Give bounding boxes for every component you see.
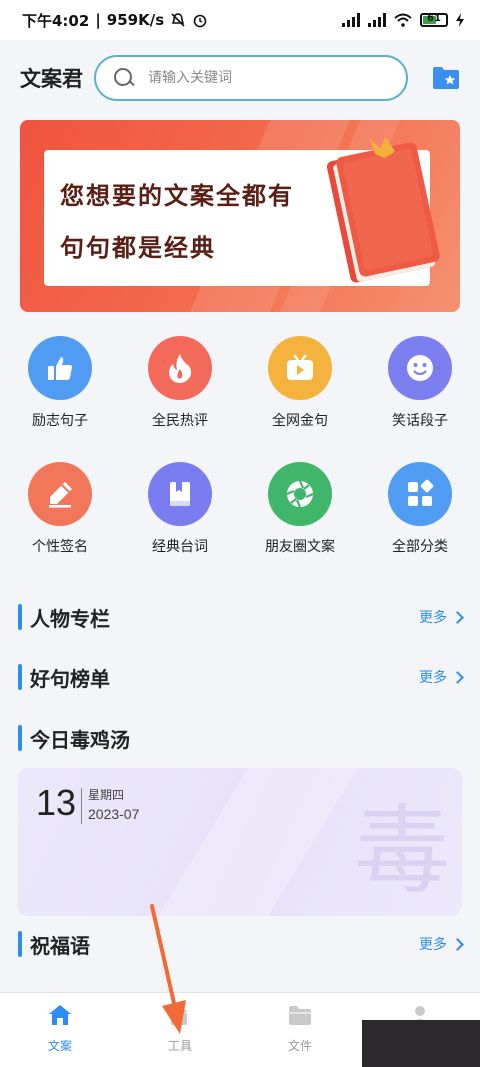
category-icon-bg bbox=[28, 462, 92, 526]
category-icon-bg bbox=[268, 462, 332, 526]
section-title: 今日毒鸡汤 bbox=[30, 727, 130, 752]
flame-icon bbox=[169, 354, 192, 383]
watermark-character: 毒 bbox=[354, 795, 450, 907]
section-daily: 今日毒鸡汤 bbox=[18, 723, 462, 753]
category-icon-bg bbox=[388, 336, 452, 400]
category-label: 全部分类 bbox=[392, 539, 448, 555]
search-box[interactable] bbox=[94, 55, 408, 101]
home-icon bbox=[49, 1005, 71, 1025]
more-link-blessing[interactable]: 更多 bbox=[419, 934, 464, 954]
nav-label: 文件 bbox=[287, 1039, 312, 1053]
category-row: 励志句子 全民热评 全网金句 笑话段子 bbox=[0, 336, 480, 462]
category-label: 全民热评 bbox=[152, 413, 208, 429]
section-accent-bar bbox=[18, 725, 22, 751]
cell-signal-2-icon bbox=[368, 13, 386, 27]
grid-icon bbox=[408, 479, 434, 506]
category-label: 经典台词 bbox=[152, 539, 208, 555]
nav-tab-tools[interactable]: 工具 bbox=[120, 993, 240, 1067]
section-title: 祝福语 bbox=[30, 933, 90, 958]
more-label: 更多 bbox=[419, 610, 447, 626]
category-encouraging-quotes[interactable]: 励志句子 bbox=[0, 336, 120, 462]
category-label: 励志句子 bbox=[32, 413, 88, 429]
chevron-right-icon bbox=[451, 937, 464, 951]
category-label: 全网金句 bbox=[272, 413, 328, 429]
book-icon bbox=[170, 482, 190, 506]
category-signatures[interactable]: 个性签名 bbox=[0, 462, 120, 588]
category-trending-comments[interactable]: 全民热评 bbox=[120, 336, 240, 462]
folder-icon bbox=[289, 1006, 311, 1025]
daily-quote-card[interactable]: 13 星期四 2023-07 毒 bbox=[18, 768, 462, 916]
chevron-right-icon bbox=[451, 610, 464, 624]
banner-subheadline: 句句都是经典 bbox=[60, 233, 216, 262]
battery-level: 61 bbox=[427, 13, 441, 24]
category-golden-lines[interactable]: 全网金句 bbox=[240, 336, 360, 462]
section-accent-bar bbox=[18, 604, 22, 630]
category-icon-bg bbox=[268, 336, 332, 400]
shutter-icon bbox=[286, 480, 314, 508]
smile-icon bbox=[407, 355, 433, 381]
category-icon-bg bbox=[148, 462, 212, 526]
cell-signal-icon bbox=[342, 13, 360, 27]
more-link-ranking[interactable]: 更多 bbox=[419, 667, 464, 687]
category-icon-bg bbox=[28, 336, 92, 400]
category-label: 个性签名 bbox=[32, 539, 88, 555]
section-title: 人物专栏 bbox=[30, 606, 110, 631]
category-classic-lines[interactable]: 经典台词 bbox=[120, 462, 240, 588]
date-divider bbox=[81, 788, 82, 824]
tool-icon bbox=[171, 1005, 187, 1025]
category-row: 个性签名 经典台词 朋友圈文案 全部分类 bbox=[0, 462, 480, 588]
favorites-folder-icon[interactable] bbox=[432, 65, 460, 91]
category-all[interactable]: 全部分类 bbox=[360, 462, 480, 588]
status-bar: 下午4:02 | 959K/s 61 bbox=[0, 0, 480, 40]
corner-overlay bbox=[362, 1020, 480, 1067]
header: 文案君 bbox=[20, 54, 460, 102]
section-title: 好句榜单 bbox=[30, 666, 110, 691]
section-accent-bar bbox=[18, 664, 22, 690]
pencil-icon bbox=[49, 482, 72, 508]
section-accent-bar bbox=[18, 931, 22, 957]
category-grid: 励志句子 全民热评 全网金句 笑话段子 个性签名 经典台词 朋友圈文案 全部分类 bbox=[0, 336, 480, 588]
status-network-speed: 959K/s bbox=[106, 11, 165, 29]
daily-day: 13 bbox=[36, 782, 77, 823]
nav-label: 文案 bbox=[47, 1039, 72, 1053]
category-label: 朋友圈文案 bbox=[265, 539, 335, 555]
status-time: 下午4:02 bbox=[22, 11, 90, 30]
more-label: 更多 bbox=[419, 670, 447, 686]
category-icon-bg bbox=[388, 462, 452, 526]
category-moments-copy[interactable]: 朋友圈文案 bbox=[240, 462, 360, 588]
search-icon bbox=[114, 68, 134, 88]
alarm-icon bbox=[193, 14, 207, 28]
section-people: 人物专栏 更多 bbox=[18, 602, 464, 632]
book-illustration-icon bbox=[326, 137, 440, 283]
daily-weekday: 星期四 bbox=[88, 788, 125, 802]
banner-headline: 您想要的文案全都有 bbox=[60, 181, 294, 210]
nav-tab-copy[interactable]: 文案 bbox=[0, 993, 120, 1067]
section-ranking: 好句榜单 更多 bbox=[18, 662, 464, 692]
search-input[interactable] bbox=[148, 70, 378, 86]
promo-banner[interactable]: 您想要的文案全都有 句句都是经典 bbox=[20, 120, 460, 312]
more-label: 更多 bbox=[419, 937, 447, 953]
category-icon-bg bbox=[148, 336, 212, 400]
section-blessing: 祝福语 更多 bbox=[18, 929, 464, 959]
wifi-icon bbox=[394, 13, 412, 27]
nav-label: 工具 bbox=[167, 1039, 192, 1053]
more-link-people[interactable]: 更多 bbox=[419, 607, 464, 627]
tv-play-icon bbox=[287, 354, 313, 380]
charging-icon bbox=[456, 13, 464, 27]
mute-icon bbox=[171, 13, 185, 27]
nav-tab-files[interactable]: 文件 bbox=[240, 993, 360, 1067]
status-separator: | bbox=[95, 11, 101, 29]
chevron-right-icon bbox=[451, 670, 464, 684]
daily-year-month: 2023-07 bbox=[88, 806, 140, 822]
category-label: 笑话段子 bbox=[392, 413, 448, 429]
home-screen: 文案君 您想要的文案全都有 句句都是经典 bbox=[0, 40, 480, 1067]
category-jokes[interactable]: 笑话段子 bbox=[360, 336, 480, 462]
thumbs-up-icon bbox=[48, 357, 72, 380]
battery-icon: 61 bbox=[420, 13, 448, 27]
app-title: 文案君 bbox=[20, 66, 83, 91]
